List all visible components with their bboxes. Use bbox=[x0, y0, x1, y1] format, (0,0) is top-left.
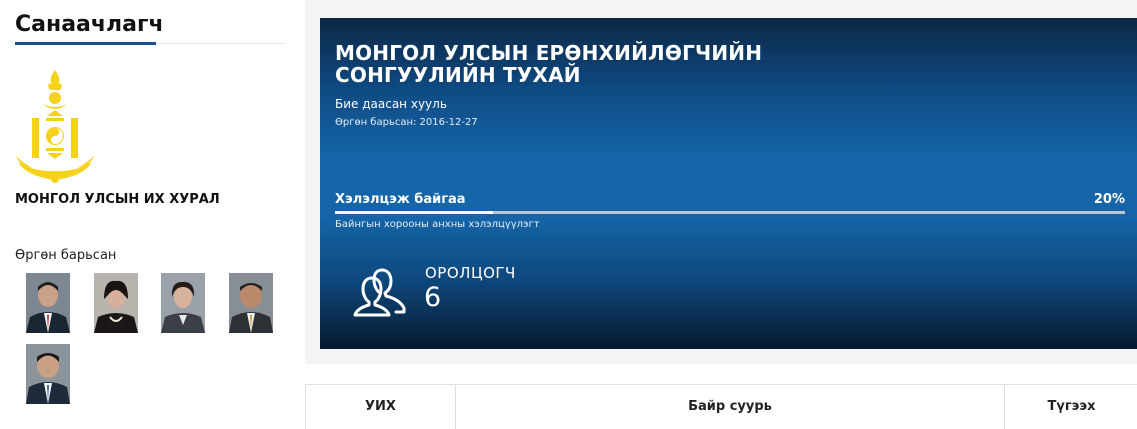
submitted-by-label: Өргөн барьсан bbox=[15, 248, 117, 263]
progress-bar bbox=[335, 211, 1125, 214]
law-card[interactable]: МОНГОЛ УЛСЫН ЕРӨНХИЙЛӨГЧИЙН СОНГУУЛИЙН Т… bbox=[320, 18, 1137, 349]
organization-name: МОНГОЛ УЛСЫН ИХ ХУРАЛ bbox=[15, 192, 220, 207]
sidebar-title: Санаачлагч bbox=[15, 12, 164, 37]
law-type: Бие даасан хууль bbox=[335, 97, 447, 111]
title-accent-line bbox=[15, 42, 156, 45]
progress-bar-fill bbox=[335, 211, 493, 214]
avatar[interactable] bbox=[26, 273, 70, 333]
current-stage: Байнгын хорооны анхны хэлэлцүүлэгт bbox=[335, 219, 540, 230]
law-title[interactable]: МОНГОЛ УЛСЫН ЕРӨНХИЙЛӨГЧИЙН СОНГУУЛИЙН Т… bbox=[335, 42, 895, 86]
participants-label: ОРОЛЦОГЧ bbox=[425, 264, 516, 282]
avatar[interactable] bbox=[26, 344, 70, 404]
avatar[interactable] bbox=[94, 273, 138, 333]
avatar[interactable] bbox=[229, 273, 273, 333]
column-header-position[interactable]: Байр суурь bbox=[456, 385, 1005, 429]
users-icon bbox=[352, 262, 408, 318]
positions-table-header: УИХ Байр суурь Түгээх bbox=[305, 384, 1137, 429]
law-card-container: МОНГОЛ УЛСЫН ЕРӨНХИЙЛӨГЧИЙН СОНГУУЛИЙН Т… bbox=[305, 0, 1137, 364]
progress-percent: 20% bbox=[1093, 192, 1125, 207]
status-label: Хэлэлцэж байгаа bbox=[335, 192, 466, 207]
participants-count: 6 bbox=[424, 282, 442, 313]
column-header-share[interactable]: Түгээх bbox=[1005, 385, 1137, 429]
sidebar: Санаачлагч МОНГОЛ УЛСЫН ИХ ХУРАЛ Өргөн б… bbox=[0, 0, 300, 429]
submitted-date: Өргөн барьсан: 2016-12-27 bbox=[335, 117, 478, 128]
soyombo-emblem-icon bbox=[14, 68, 96, 186]
avatar[interactable] bbox=[161, 273, 205, 333]
column-header-parliament[interactable]: УИХ bbox=[306, 385, 456, 429]
